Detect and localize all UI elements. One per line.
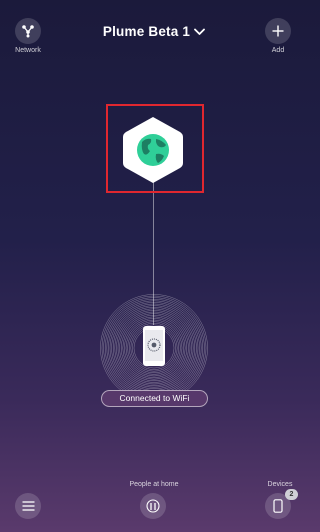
devices-count-badge: 2 <box>285 489 298 500</box>
plus-icon <box>272 25 284 37</box>
hamburger-menu-icon <box>22 501 34 511</box>
network-label: Network <box>15 47 41 54</box>
add-button[interactable] <box>265 18 291 44</box>
people-at-home-label: People at home <box>129 481 179 488</box>
globe-icon <box>137 134 169 166</box>
phone-icon <box>273 499 283 513</box>
network-selector[interactable]: Plume Beta 1 <box>0 24 308 39</box>
smartphone-icon <box>143 326 165 366</box>
devices-label: Devices <box>267 481 293 488</box>
gateway-node[interactable] <box>120 114 186 186</box>
device-node[interactable] <box>98 292 210 404</box>
connection-status-badge: Connected to WiFi <box>101 390 208 407</box>
page-title: Plume Beta 1 <box>102 24 191 39</box>
people-at-home-button[interactable] <box>140 493 166 519</box>
chevron-down-icon <box>194 28 205 35</box>
menu-button[interactable] <box>15 493 41 519</box>
add-label: Add <box>271 47 285 54</box>
people-icon <box>146 499 160 513</box>
